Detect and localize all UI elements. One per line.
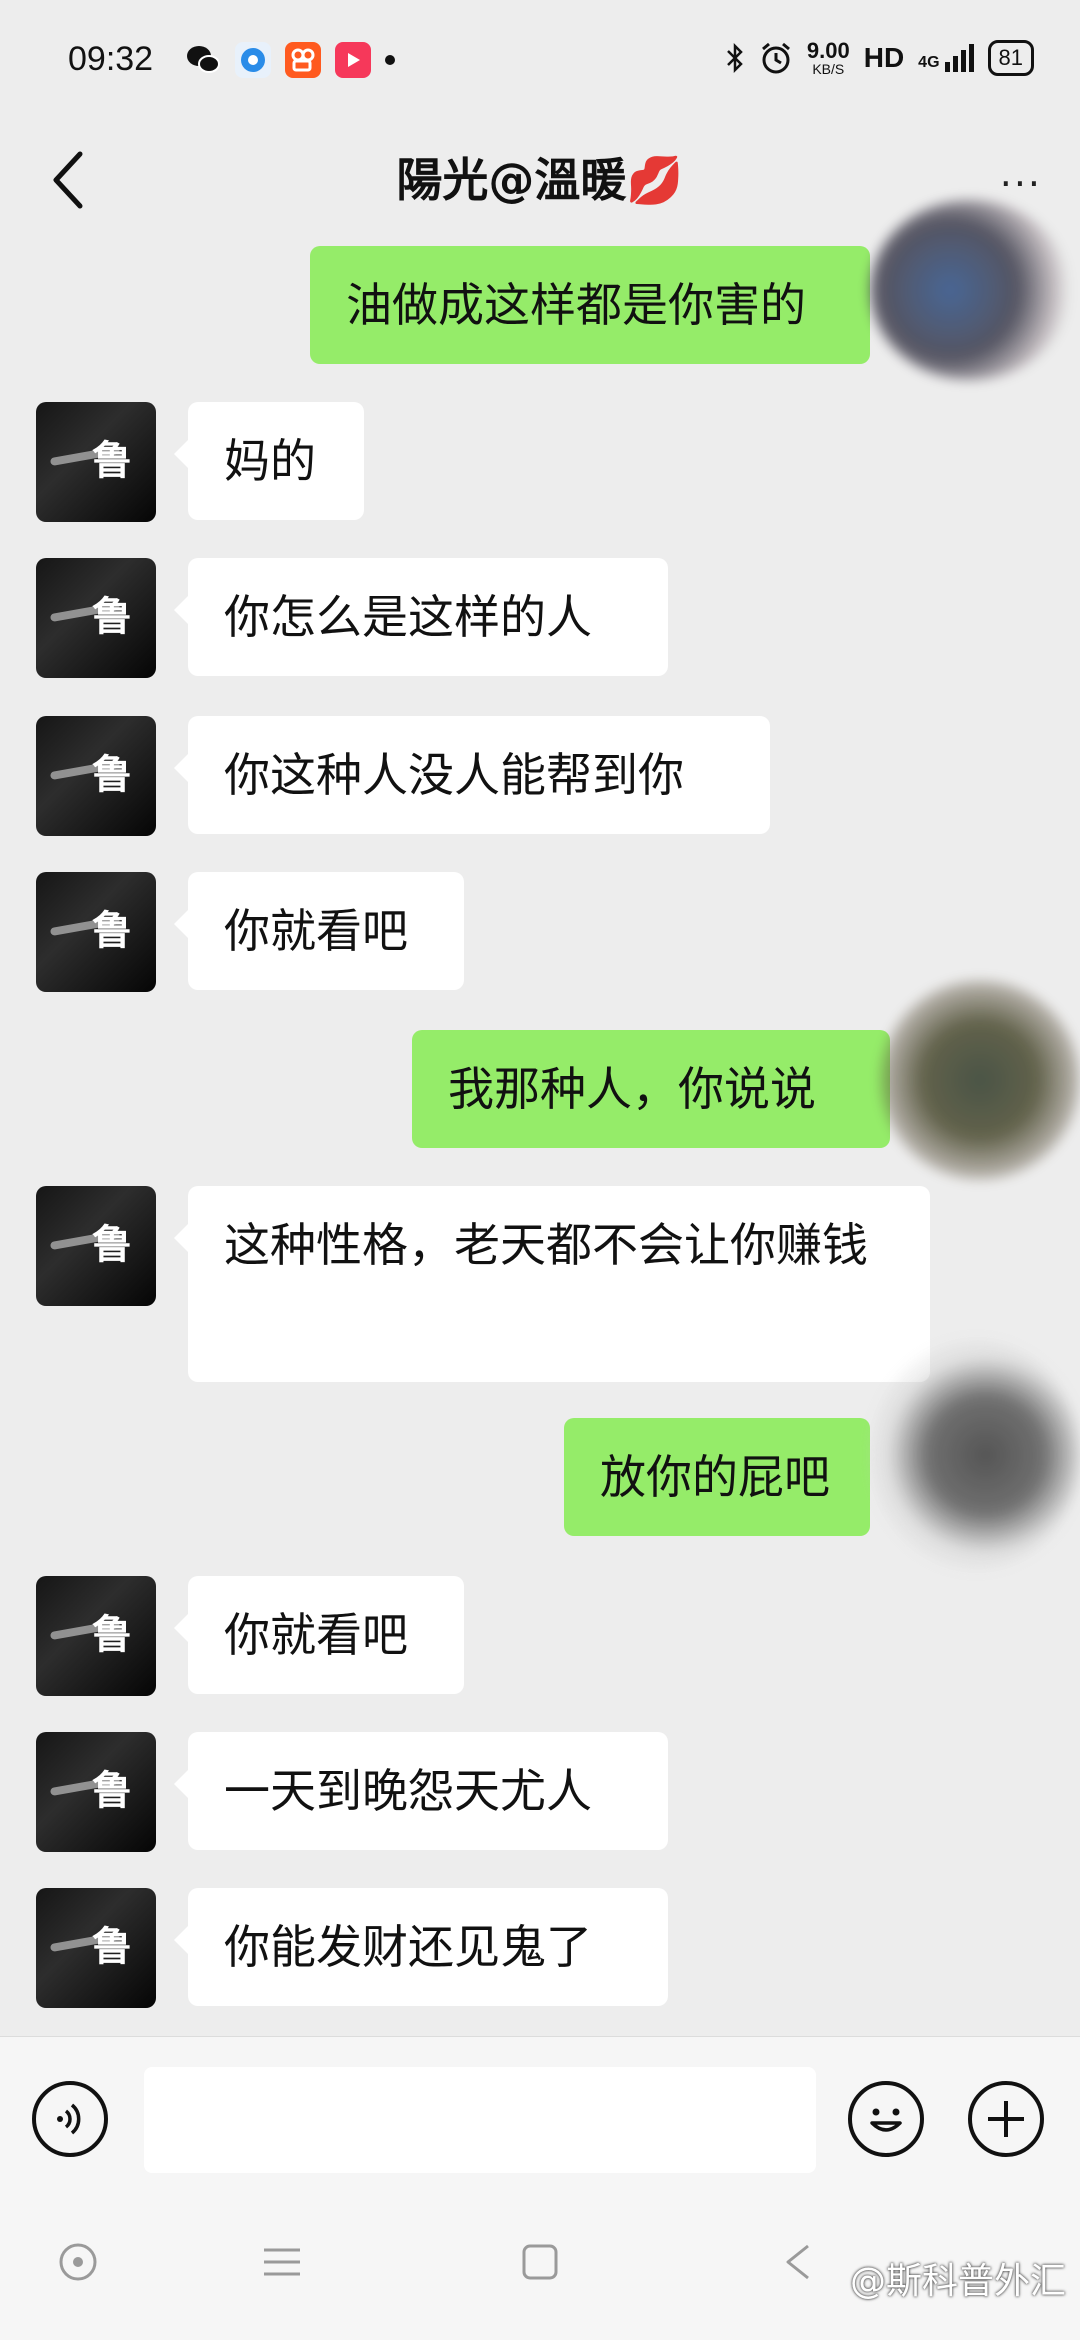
bluetooth-icon	[727, 42, 743, 74]
voice-input-button[interactable]	[32, 2081, 108, 2157]
contact-avatar[interactable]: 鲁	[36, 558, 156, 678]
hd-label: HD	[863, 42, 905, 73]
received-message-bubble[interactable]: 你怎么是这样的人	[174, 558, 668, 676]
emoji-button[interactable]	[848, 2081, 924, 2157]
received-message-bubble[interactable]: 一天到晚怨天尤人	[174, 1732, 668, 1850]
avatar-glyph: 鲁	[92, 1924, 132, 1970]
contact-avatar[interactable]: 鲁	[36, 872, 156, 992]
signal-icon: 4G	[918, 44, 974, 72]
avatar-glyph: 鲁	[92, 1222, 132, 1268]
wechat-icon	[185, 42, 221, 78]
more-options-button[interactable]: ···	[1000, 162, 1042, 206]
back-nav-icon[interactable]	[770, 2232, 830, 2292]
circle-app-icon	[235, 42, 271, 78]
more-functions-button[interactable]	[968, 2081, 1044, 2157]
assistant-nav-icon[interactable]	[48, 2232, 108, 2292]
received-message-bubble[interactable]: 妈的	[174, 402, 364, 520]
avatar-glyph: 鲁	[92, 752, 132, 798]
kuaishou-icon	[285, 42, 321, 78]
message-input[interactable]	[144, 2067, 816, 2173]
contact-avatar[interactable]: 鲁	[36, 1888, 156, 2008]
received-message-bubble[interactable]: 你这种人没人能帮到你	[174, 716, 770, 834]
sent-message-bubble[interactable]: 我那种人，你说说	[412, 1030, 890, 1148]
watermark: @斯科普外汇	[849, 2261, 1066, 2302]
avatar-glyph: 鲁	[92, 594, 132, 640]
battery-indicator: 81	[987, 40, 1034, 76]
alarm-icon	[761, 42, 790, 74]
contact-avatar[interactable]: 鲁	[36, 716, 156, 836]
received-message-bubble[interactable]: 这种性格，老天都不会让你赚钱	[174, 1186, 930, 1382]
avatar-glyph: 鲁	[92, 1768, 132, 1814]
status-time: 09:32	[68, 40, 154, 78]
chat-input-bar	[0, 2036, 1080, 2187]
contact-avatar[interactable]: 鲁	[36, 402, 156, 522]
video-app-icon	[335, 42, 371, 78]
redaction-scribble	[870, 200, 1070, 380]
plus-icon	[988, 2101, 1024, 2137]
dot-icon	[385, 55, 395, 65]
contact-avatar[interactable]: 鲁	[36, 1186, 156, 1306]
avatar-glyph: 鲁	[92, 908, 132, 954]
avatar-glyph: 鲁	[92, 1612, 132, 1658]
menu-nav-icon[interactable]	[252, 2232, 312, 2292]
chat-title: 陽光@溫暖💋	[396, 153, 684, 207]
received-message-bubble[interactable]: 你就看吧	[174, 872, 464, 990]
redaction-scribble	[870, 1340, 1080, 1570]
status-bar: 09:32 9.00 KB/S HD 4G 81	[0, 0, 1080, 130]
received-message-bubble[interactable]: 你能发财还见鬼了	[174, 1888, 668, 2006]
sent-message-bubble[interactable]: 放你的屁吧	[564, 1418, 870, 1536]
status-app-icons	[185, 42, 395, 78]
status-indicators: 9.00 KB/S HD 4G 81	[725, 40, 1034, 76]
contact-avatar[interactable]: 鲁	[36, 1576, 156, 1696]
avatar-glyph: 鲁	[92, 438, 132, 484]
smiley-icon	[870, 2108, 902, 2132]
voice-icon	[57, 2103, 81, 2135]
sent-message-bubble[interactable]: 油做成这样都是你害的	[310, 246, 870, 364]
network-speed: 9.00 KB/S	[806, 38, 850, 77]
received-message-bubble[interactable]: 你就看吧	[174, 1576, 464, 1694]
home-nav-icon[interactable]	[510, 2232, 570, 2292]
redaction-scribble	[880, 980, 1080, 1180]
contact-avatar[interactable]: 鲁	[36, 1732, 156, 1852]
